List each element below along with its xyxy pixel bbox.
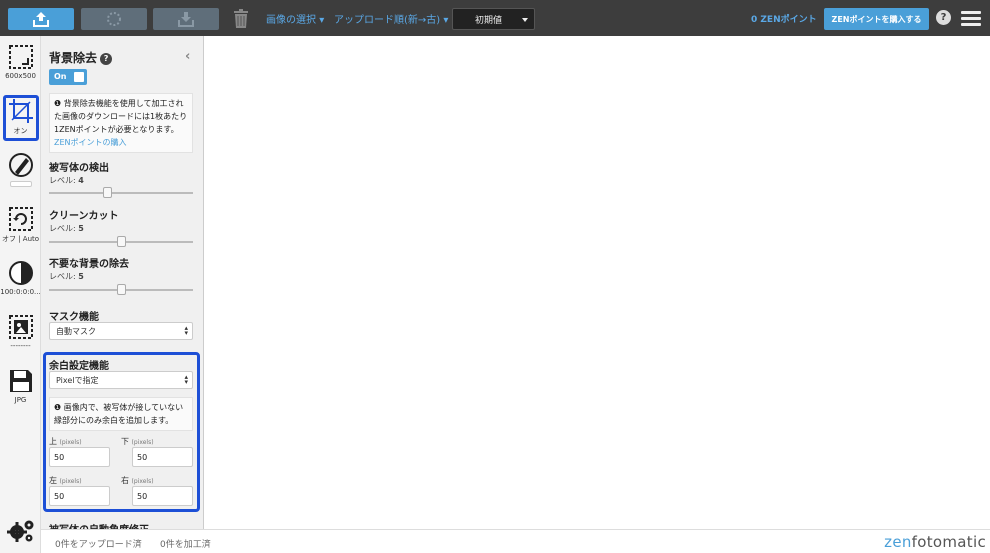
zenfotomatic-logo: zenfotomatic (884, 533, 986, 551)
spinner-icon (107, 12, 121, 26)
crop-icon (8, 99, 33, 123)
tool-contrast[interactable]: 100:0:0:0... (0, 260, 41, 296)
mask-title: マスク機能 (49, 312, 99, 323)
select-images-menu[interactable]: 画像の選択 ▾ (266, 11, 324, 26)
info-icon: ❶ (54, 403, 62, 412)
caret-down-icon (522, 18, 528, 22)
process-button[interactable] (81, 8, 147, 30)
mask-select[interactable]: 自動マスク ▴ ▾ (49, 322, 193, 340)
remove-background-level: レベル: 5 (49, 272, 84, 281)
margin-bottom-label: 下 (pixels) (121, 437, 154, 446)
preset-select[interactable]: 初期値 (452, 8, 535, 30)
sort-order-label: アップロード順(新→古) (334, 15, 441, 26)
remove-background-slider[interactable] (49, 284, 193, 295)
clean-cut-level: レベル: 5 (49, 224, 84, 233)
trash-icon (234, 9, 248, 28)
margin-right-label: 右 (pixels) (121, 476, 154, 485)
download-icon (178, 12, 194, 27)
gears-icon (6, 520, 33, 542)
panel-title: 背景除去? (49, 49, 113, 66)
caret-down-icon: ▾ (443, 15, 449, 26)
tool-contrast-label: 100:0:0:0... (0, 288, 41, 296)
processed-count: 0件を加工済 (160, 540, 211, 550)
tool-save-format[interactable]: JPG (0, 368, 41, 404)
status-bar: 0件をアップロード済 0件を加工済 zenfotomatic (41, 529, 990, 553)
margin-bottom-input[interactable]: 50 (132, 447, 193, 467)
select-arrows-icon: ▴ ▾ (184, 373, 188, 386)
mask-select-value: 自動マスク (56, 326, 96, 336)
help-icon[interactable]: ? (936, 10, 951, 25)
tool-crop-label: オン (13, 127, 28, 135)
background-removal-panel: 背景除去? ‹ On ❶ 背景除去機能を使用して加工された画像のダウンロードには… (41, 36, 204, 529)
slider-knob[interactable] (117, 236, 126, 247)
remove-background-title: 不要な背景の除去 (49, 259, 129, 270)
toggle-label: On (54, 72, 67, 81)
buy-points-button[interactable]: ZENポイントを購入する (824, 8, 929, 30)
subject-detection-slider[interactable] (49, 187, 193, 198)
slider-knob[interactable] (103, 187, 112, 198)
save-icon (9, 370, 32, 392)
tool-strip: 600x500 オン オフ | Auto 100:0:0:0... ------… (0, 36, 41, 553)
tool-resize[interactable]: 600x500 (0, 44, 41, 80)
info-icon: ❶ (54, 99, 62, 108)
tool-background[interactable]: -------- (0, 314, 41, 350)
margin-mode-select[interactable]: Pixelで指定 ▴ ▾ (49, 371, 193, 389)
tool-resize-label: 600x500 (5, 72, 36, 80)
margin-top-label: 上 (pixels) (49, 437, 82, 446)
upload-button[interactable] (8, 8, 74, 30)
background-image-icon (8, 315, 33, 339)
margin-left-label: 左 (pixels) (49, 476, 82, 485)
buy-points-link[interactable]: ZENポイントの購入 (54, 138, 127, 147)
sort-order-menu[interactable]: アップロード順(新→古) ▾ (334, 11, 448, 26)
subject-detection-level: レベル: 4 (49, 176, 84, 185)
brush-icon (8, 153, 33, 177)
help-icon[interactable]: ? (100, 52, 113, 65)
margin-right-input[interactable]: 50 (132, 486, 193, 506)
margin-info-box: ❶ 画像内で、被写体が接していない縁部分にのみ余白を追加します。 (49, 397, 193, 431)
margin-mode-value: Pixelで指定 (56, 375, 99, 385)
tool-rotate-label: オフ | Auto (1, 235, 40, 243)
points-info-box: ❶ 背景除去機能を使用して加工された画像のダウンロードには1枚あたり1ZENポイ… (49, 93, 193, 153)
margin-info-text: 画像内で、被写体が接していない縁部分にのみ余白を追加します。 (54, 403, 184, 425)
margin-title: 余白設定機能 (49, 361, 109, 372)
tool-brush[interactable] (0, 152, 41, 187)
tool-save-format-label: JPG (14, 396, 27, 404)
tool-background-label: -------- (10, 342, 31, 350)
margin-left-input[interactable]: 50 (49, 486, 110, 506)
margin-top-input[interactable]: 50 (49, 447, 110, 467)
top-toolbar: 画像の選択 ▾ アップロード順(新→古) ▾ 初期値 0 ZENポイント ZEN… (0, 0, 990, 36)
resize-icon (8, 45, 33, 69)
brush-color-swatch (9, 181, 32, 187)
zen-points-balance: 0 ZENポイント (751, 15, 817, 25)
points-info-text: 背景除去機能を使用して加工された画像のダウンロードには1枚あたり1ZENポイント… (54, 99, 188, 134)
select-arrows-icon: ▴ ▾ (184, 324, 188, 337)
caret-down-icon: ▾ (319, 15, 325, 26)
preset-select-value: 初期値 (475, 15, 503, 26)
tool-crop[interactable]: オン (0, 98, 41, 136)
delete-button[interactable] (228, 8, 254, 30)
toggle-knob (74, 72, 84, 82)
download-button[interactable] (153, 8, 219, 30)
contrast-icon (8, 261, 33, 285)
tool-settings[interactable] (0, 518, 41, 544)
clean-cut-slider[interactable] (49, 236, 193, 247)
clean-cut-title: クリーンカット (49, 211, 119, 222)
rotate-icon (8, 207, 33, 231)
tool-rotate[interactable]: オフ | Auto (0, 206, 41, 244)
slider-knob[interactable] (117, 284, 126, 295)
collapse-panel-icon[interactable]: ‹ (185, 49, 190, 64)
background-removal-toggle[interactable]: On (49, 69, 87, 85)
hamburger-menu-icon[interactable] (961, 11, 981, 27)
upload-icon (33, 12, 49, 27)
uploaded-count: 0件をアップロード済 (55, 540, 142, 550)
auto-angle-title: 被写体の自動角度修正 (49, 521, 149, 529)
subject-detection-title: 被写体の検出 (49, 163, 109, 174)
select-images-label: 画像の選択 (266, 15, 316, 26)
